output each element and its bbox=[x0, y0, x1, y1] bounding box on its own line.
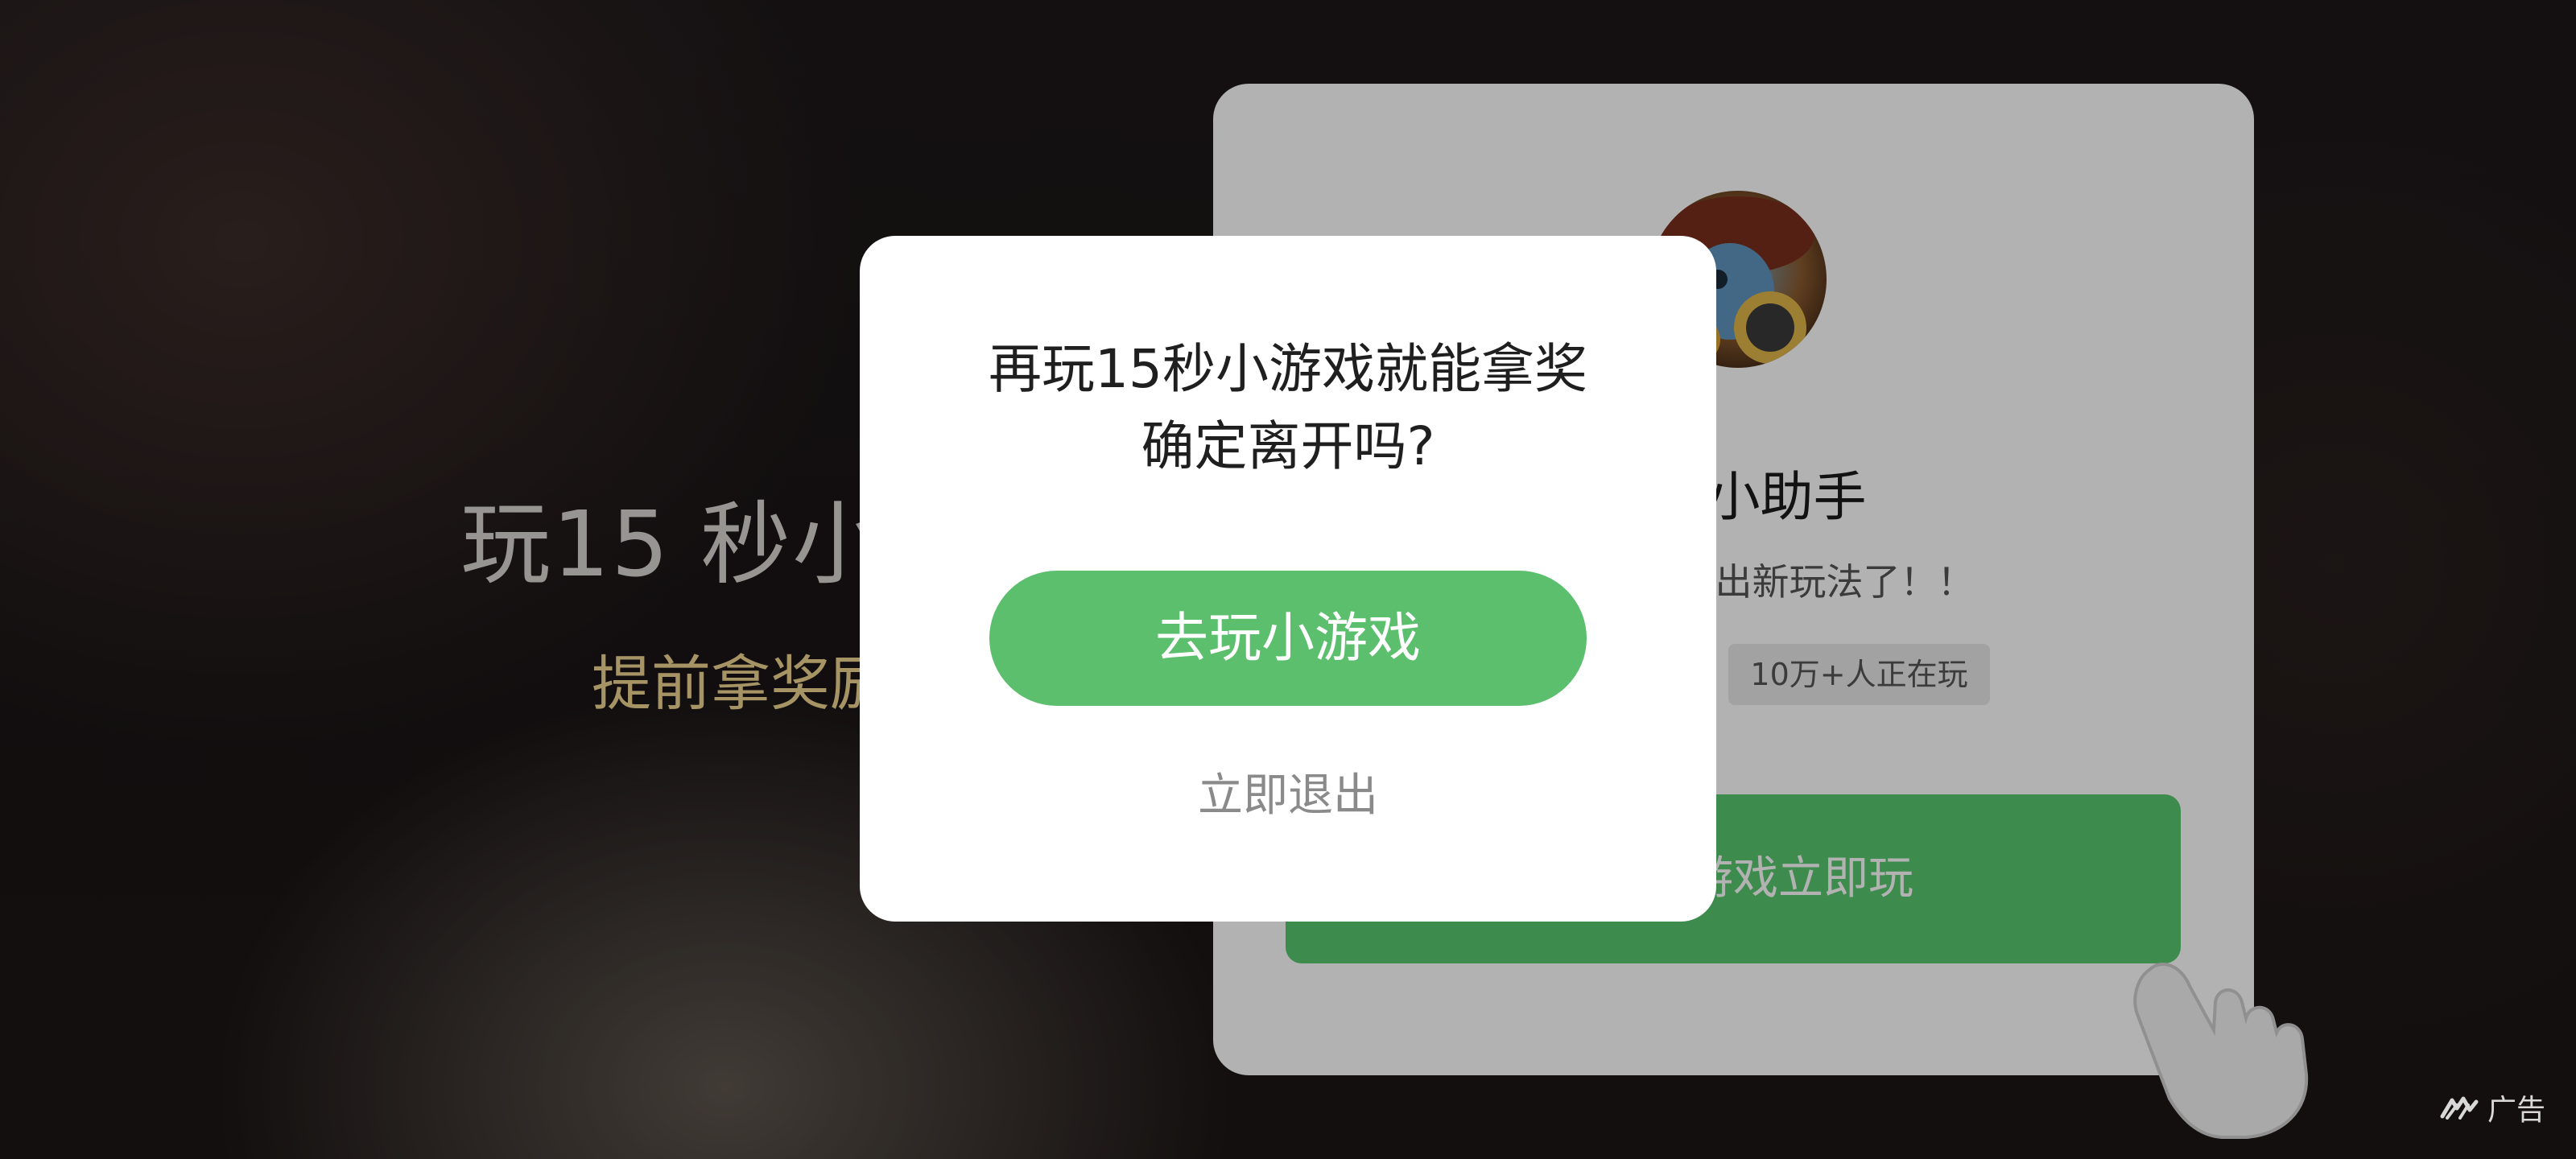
dialog-title-line2: 确定离开吗? bbox=[1141, 415, 1435, 477]
app-screen: 玩15 秒小游戏 提前拿奖励 开枪小助手 打僵尸小游戏出新玩法了！！ 10万+人… bbox=[0, 0, 2576, 1159]
dialog-title: 再玩15秒小游戏就能拿奖 确定离开吗? bbox=[860, 331, 1716, 485]
exit-now-button[interactable]: 立即退出 bbox=[860, 759, 1716, 824]
ad-logo-icon bbox=[2440, 1096, 2479, 1120]
play-game-button[interactable]: 去玩小游戏 bbox=[989, 571, 1587, 706]
ad-label-text: 广告 bbox=[2487, 1094, 2546, 1127]
leave-confirm-dialog: 再玩15秒小游戏就能拿奖 确定离开吗? 去玩小游戏 立即退出 bbox=[860, 236, 1716, 922]
dialog-title-line1: 再玩15秒小游戏就能拿奖 bbox=[989, 338, 1587, 400]
ad-label: 广告 bbox=[2439, 1087, 2545, 1128]
